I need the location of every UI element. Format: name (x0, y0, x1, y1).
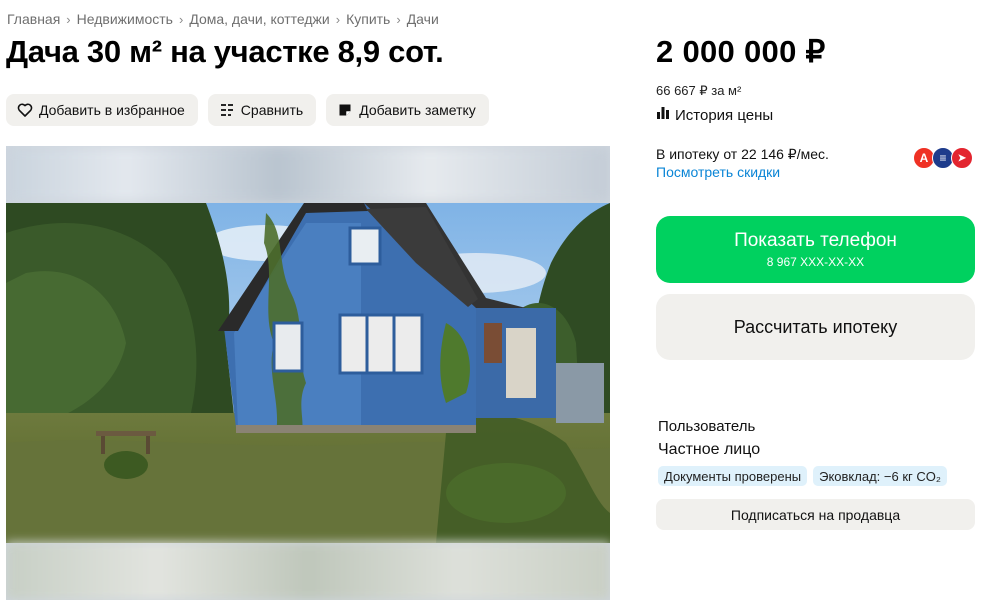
show-phone-label: Показать телефон (734, 230, 897, 251)
subscribe-seller-button[interactable]: Подписаться на продавца (656, 499, 975, 530)
compare-label: Сравнить (240, 102, 304, 118)
breadcrumb-separator: › (335, 11, 341, 27)
photo-blurred-edge (6, 146, 610, 203)
breadcrumb-item-dachas[interactable]: Дачи (407, 11, 439, 27)
price-history-label: История цены (675, 106, 774, 124)
add-favorite-label: Добавить в избранное (39, 102, 185, 118)
breadcrumb-item-houses[interactable]: Дома, дачи, коттеджи (189, 11, 329, 27)
breadcrumb-item-home[interactable]: Главная (7, 11, 60, 27)
breadcrumb-separator: › (66, 11, 71, 27)
bank-logos: А ≡ ➤ (913, 147, 975, 169)
compare-icon (219, 102, 235, 118)
add-favorite-button[interactable]: Добавить в избранное (6, 94, 198, 126)
price: 2 000 000 ₽ (656, 34, 826, 69)
show-phone-button[interactable]: Показать телефон 8 967 XXX-XX-XX (656, 216, 975, 283)
calc-mortgage-button[interactable]: Рассчитать ипотеку (656, 294, 975, 360)
add-note-label: Добавить заметку (359, 102, 476, 118)
add-note-button[interactable]: Добавить заметку (326, 94, 489, 126)
documents-verified-badge: Документы проверены (658, 466, 808, 486)
mortgage-text: В ипотеку от 22 146 ₽/мес. (656, 146, 829, 162)
breadcrumb: Главная › Недвижимость › Дома, дачи, кот… (7, 11, 439, 27)
listing-actions: Добавить в избранное Сравнить Добавить з… (6, 94, 489, 126)
listing-photo[interactable] (6, 146, 610, 600)
view-discounts-link[interactable]: Посмотреть скидки (656, 164, 780, 180)
breadcrumb-separator: › (396, 11, 401, 27)
breadcrumb-item-realty[interactable]: Недвижимость (77, 11, 173, 27)
masked-phone-number: 8 967 XXX-XX-XX (766, 255, 865, 269)
page-title: Дача 30 м² на участке 8,9 сот. (6, 34, 444, 69)
compare-button[interactable]: Сравнить (207, 94, 317, 126)
seller-badges: Документы проверены Эковклад: −6 кг CO₂ (658, 466, 947, 486)
breadcrumb-item-buy[interactable]: Купить (346, 11, 390, 27)
eco-contribution-badge: Эковклад: −6 кг CO₂ (813, 466, 947, 486)
seller-role: Пользователь (658, 418, 756, 435)
price-history-link[interactable]: История цены (656, 106, 773, 124)
heart-icon (17, 102, 33, 118)
price-per-meter: 66 667 ₽ за м² (656, 83, 742, 98)
note-icon (337, 102, 353, 118)
house-photo-image (6, 203, 610, 543)
breadcrumb-separator: › (178, 11, 184, 27)
seller-type: Частное лицо (658, 441, 761, 458)
photo-blurred-edge (6, 542, 610, 600)
chart-icon (656, 106, 670, 124)
bank-arrow-icon: ➤ (951, 147, 973, 169)
